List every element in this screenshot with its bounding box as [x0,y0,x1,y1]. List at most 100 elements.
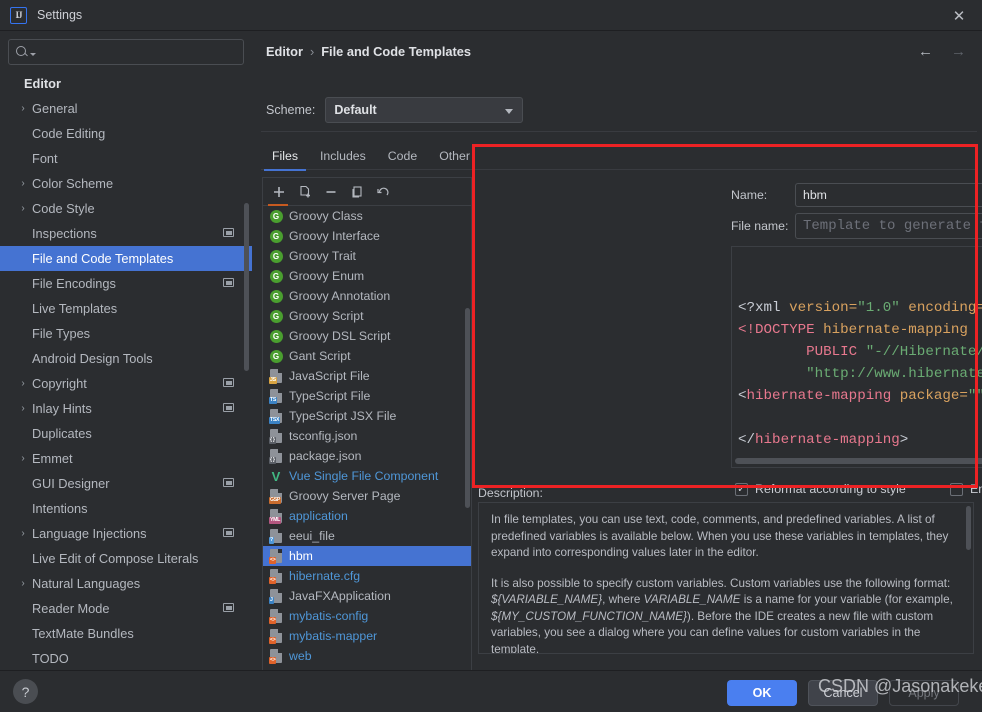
sidebar-item-inspections[interactable]: Inspections [0,221,252,246]
sidebar-item-live-edit-of-compose-literals[interactable]: Live Edit of Compose Literals [0,546,252,571]
file-template-item[interactable]: G Groovy Annotation [263,286,471,306]
file-template-item[interactable]: J JavaFXApplication [263,586,471,606]
sidebar-item-file-encodings[interactable]: File Encodings [0,271,252,296]
apply-button[interactable]: Apply [889,680,959,706]
sidebar-item-intentions[interactable]: Intentions [0,496,252,521]
file-name-input[interactable]: Template to generate file name and pat..… [795,213,982,239]
sidebar-item-label: Live Edit of Compose Literals [32,551,199,566]
reformat-checkbox[interactable]: ✓ Reformat according to style [735,482,950,496]
sidebar-item-todo[interactable]: TODO [0,646,252,671]
copy-template-button[interactable] [293,181,317,203]
file-template-item[interactable]: YML application [263,506,471,526]
file-template-item[interactable]: { } package.json [263,446,471,466]
sidebar-item-code-editing[interactable]: Code Editing [0,121,252,146]
desc-var-2: VARIABLE_NAME [643,593,741,606]
help-icon[interactable]: ? [13,679,38,704]
chevron-right-icon[interactable]: › [16,103,30,114]
sidebar-scrollbar[interactable] [244,203,249,371]
file-template-item[interactable]: JS JavaScript File [263,366,471,386]
file-template-item[interactable]: <> web [263,646,471,666]
file-template-item[interactable]: ? eeui_file [263,526,471,546]
reset-template-button[interactable] [371,181,395,203]
file-list-toolbar [263,178,471,206]
groovy-icon: G [268,348,284,364]
sidebar-item-file-types[interactable]: File Types [0,321,252,346]
sidebar-item-label: Reader Mode [32,601,110,616]
sidebar-item-android-design-tools[interactable]: Android Design Tools [0,346,252,371]
name-input[interactable]: hbm [795,183,982,207]
code-token: "" [967,388,982,404]
search-input[interactable] [8,39,244,65]
chevron-right-icon[interactable]: › [16,578,30,589]
code-horizontal-scrollbar[interactable] [735,458,982,464]
file-template-item[interactable]: GSP Groovy Server Page [263,486,471,506]
chevron-right-icon[interactable]: › [16,378,30,389]
live-templates-checkbox[interactable]: Enable Live Templates [950,482,982,496]
sidebar-item-textmate-bundles[interactable]: TextMate Bundles [0,621,252,646]
file-template-item[interactable]: <> mybatis-mapper [263,626,471,646]
file-template-item[interactable]: G Groovy Class [263,206,471,226]
sidebar-item-language-injections[interactable]: › Language Injections [0,521,252,546]
groovy-icon: G [268,228,284,244]
sidebar-item-general[interactable]: › General [0,96,252,121]
file-template-item[interactable]: G Groovy DSL Script [263,326,471,346]
file-template-item[interactable]: <> hbm [263,546,471,566]
sidebar-item-file-and-code-templates[interactable]: File and Code Templates [0,246,252,271]
arrow-right-icon[interactable]: → [951,43,966,60]
chevron-right-icon[interactable]: › [16,453,30,464]
sidebar-item-inlay-hints[interactable]: › Inlay Hints [0,396,252,421]
file-template-item[interactable]: G Groovy Enum [263,266,471,286]
remove-template-button[interactable] [319,181,343,203]
chevron-down-icon [505,109,514,114]
template-code-editor[interactable]: <?xml version="1.0" encoding="UTF-8" ?><… [731,246,982,468]
arrow-left-icon[interactable]: ← [918,43,933,60]
file-template-item[interactable]: G Groovy Script [263,306,471,326]
file-icon: { } [268,448,284,464]
ok-button[interactable]: OK [727,680,797,706]
chevron-right-icon[interactable]: › [16,178,30,189]
sidebar-item-label: General [32,101,78,116]
chevron-right-icon[interactable]: › [16,528,30,539]
file-template-item[interactable]: TSX TypeScript JSX File [263,406,471,426]
file-template-item[interactable]: V Vue Single File Component [263,466,471,486]
sidebar-item-color-scheme[interactable]: › Color Scheme [0,171,252,196]
sidebar-item-live-templates[interactable]: Live Templates [0,296,252,321]
sidebar-item-natural-languages[interactable]: › Natural Languages [0,571,252,596]
dialog-footer: ? OK Cancel Apply [0,670,982,712]
tab-includes[interactable]: Includes [309,143,377,170]
file-template-label: tsconfig.json [289,429,358,443]
sidebar-item-duplicates[interactable]: Duplicates [0,421,252,446]
tab-other[interactable]: Other [428,143,481,170]
file-template-item[interactable]: { } tsconfig.json [263,426,471,446]
file-template-item[interactable]: <> hibernate.cfg [263,566,471,586]
file-list-vertical-scrollbar[interactable] [465,308,470,508]
groovy-icon: G [268,208,284,224]
sidebar-item-copyright[interactable]: › Copyright [0,371,252,396]
sidebar-item-code-style[interactable]: › Code Style [0,196,252,221]
add-template-button[interactable] [267,181,291,203]
sidebar-item-emmet[interactable]: › Emmet [0,446,252,471]
sidebar-item-font[interactable]: Font [0,146,252,171]
tab-code[interactable]: Code [377,143,428,170]
template-editor-panel: Name: hbm Extension: hbm.xml File name: … [727,178,982,516]
sidebar-group-editor[interactable]: Editor [0,71,252,96]
scheme-dropdown[interactable]: Default [325,97,524,123]
cancel-button[interactable]: Cancel [808,680,878,706]
breadcrumb-parent[interactable]: Editor [266,44,303,59]
sidebar-item-reader-mode[interactable]: Reader Mode [0,596,252,621]
file-template-item[interactable]: TS TypeScript File [263,386,471,406]
file-template-item[interactable]: G Gant Script [263,346,471,366]
search-container [0,31,252,71]
sidebar-item-gui-designer[interactable]: GUI Designer [0,471,252,496]
code-line: <hibernate-mapping package=""> [738,385,982,407]
file-template-item[interactable]: G Groovy Interface [263,226,471,246]
description-scrollbar[interactable] [966,506,971,550]
file-template-item[interactable]: G Groovy Trait [263,246,471,266]
code-token: "1.0" [857,300,900,316]
file-template-item[interactable]: <> mybatis-config [263,606,471,626]
chevron-right-icon[interactable]: › [16,203,30,214]
duplicate-template-button[interactable] [345,181,369,203]
tab-files[interactable]: Files [261,143,309,171]
chevron-right-icon[interactable]: › [16,403,30,414]
close-icon[interactable]: ✕ [936,0,982,31]
